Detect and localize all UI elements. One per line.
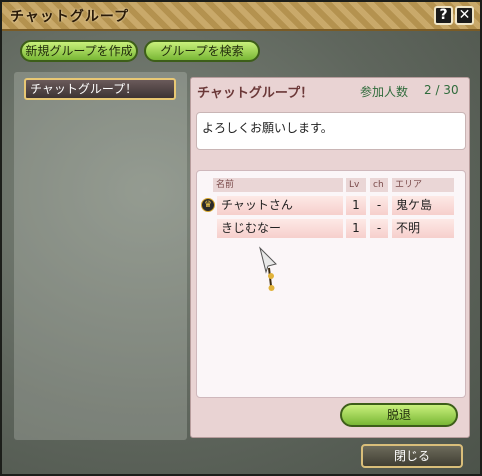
column-header-lv: Lv (346, 178, 366, 192)
group-list-item[interactable]: チャットグループ！ (24, 78, 176, 100)
member-lv: 1 (346, 196, 366, 215)
column-header-area: エリア (392, 178, 454, 192)
leave-group-button[interactable]: 脱退 (340, 403, 458, 427)
group-name: チャットグループ！ (197, 86, 314, 101)
column-header-name: 名前 (213, 178, 343, 192)
member-area: 不明 (392, 219, 454, 238)
spear-cursor-icon (259, 246, 277, 291)
column-header-ch: ch (370, 178, 388, 192)
help-button[interactable]: ? (434, 6, 453, 25)
group-message: よろしくお願いします。 (196, 112, 466, 150)
title-bar[interactable]: チャットグループ ? ✕ (2, 2, 480, 31)
search-group-button[interactable]: グループを検索 (144, 40, 260, 62)
member-area: 鬼ケ島 (392, 196, 454, 215)
member-ch: - (370, 219, 388, 238)
group-list-panel (14, 72, 187, 440)
member-ch: - (370, 196, 388, 215)
close-button[interactable]: 閉じる (361, 444, 463, 468)
crown-icon: ♛ (201, 198, 215, 212)
member-count-label: 参加人数 (360, 85, 409, 99)
member-lv: 1 (346, 219, 366, 238)
member-count: 2 / 30 (424, 83, 459, 97)
member-name[interactable]: チャットさん (217, 196, 343, 215)
member-name[interactable]: きじむなー (217, 219, 343, 238)
close-icon[interactable]: ✕ (455, 6, 474, 25)
create-group-button[interactable]: 新規グループを作成 (20, 40, 138, 62)
window-title: チャットグループ (10, 9, 130, 25)
